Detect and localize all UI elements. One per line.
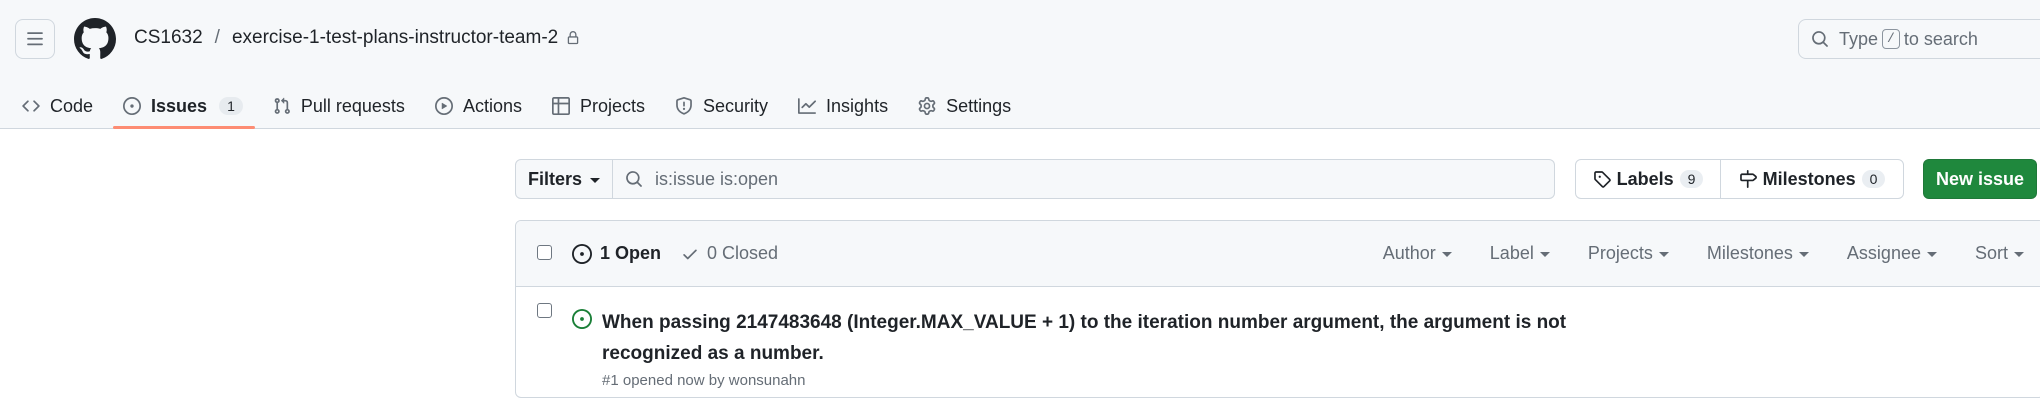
tab-settings[interactable]: Settings [918,84,1011,128]
tab-code[interactable]: Code [22,84,93,128]
caret-down-icon [590,177,601,183]
graph-icon [798,98,817,114]
tab-projects[interactable]: Projects [551,84,645,128]
milestones-label: Milestones [1762,168,1856,189]
projects-filter-label: Projects [1587,243,1653,263]
gear-icon [918,97,936,115]
open-issues-link[interactable]: 1 Open [572,243,661,264]
issue-title-link[interactable]: When passing 2147483648 (Integer.MAX_VAL… [602,307,1602,369]
select-all-checkbox[interactable] [537,245,552,260]
tab-insights-label: Insights [826,95,889,116]
play-icon [434,97,453,115]
search-placeholder-post: to search [1903,28,1978,49]
open-issues-label: 1 Open [600,243,662,263]
issues-list-header: 1 Open 0 Closed Author Label Projects Mi… [516,221,2040,287]
milestones-filter[interactable]: Milestones [1707,243,1809,264]
label-filter[interactable]: Label [1490,243,1550,264]
issue-opened-icon [123,97,142,115]
breadcrumb-separator: / [214,27,220,48]
tab-pull-requests-label: Pull requests [300,95,405,116]
tab-security-label: Security [703,95,769,116]
labels-count: 9 [1679,170,1704,188]
milestones-count: 0 [1861,170,1886,188]
tab-issues-label: Issues [151,95,208,116]
issue-sort-filters: Author Label Projects Milestones Assigne… [1383,243,2040,264]
caret-down-icon [1798,252,1809,257]
caret-down-icon [2014,252,2024,257]
issue-opened-icon [572,243,592,264]
caret-down-icon [1658,252,1669,257]
tab-actions[interactable]: Actions [434,84,522,128]
issues-list: 1 Open 0 Closed Author Label Projects Mi… [515,220,2040,398]
author-filter-label: Author [1382,243,1436,263]
issue-opened-icon [572,309,592,329]
code-icon [22,100,40,112]
menu-button[interactable] [15,19,55,59]
search-placeholder-pre: Type [1839,28,1879,49]
tab-security[interactable]: Security [675,84,768,128]
tab-issues-count: 1 [219,97,243,115]
label-filter-label: Label [1489,243,1534,263]
issue-checkbox[interactable] [537,303,552,318]
sort-label: Sort [1974,243,2008,263]
closed-issues-link[interactable]: 0 Closed [681,243,778,264]
assignee-filter[interactable]: Assignee [1847,243,1937,264]
shield-icon [676,97,692,115]
tab-issues[interactable]: Issues 1 [113,84,255,129]
milestones-filter-label: Milestones [1706,243,1793,263]
sort-dropdown[interactable]: Sort [1975,243,2024,264]
issue-filter-bar: Filters is:issue is:open [515,159,1555,199]
table-icon [551,97,570,115]
repo-nav-tabs: Code Issues 1 Pull requests Actions Proj… [22,84,1041,129]
tag-icon [1593,171,1611,188]
caret-down-icon [1926,252,1937,257]
caret-down-icon [1539,252,1550,257]
tab-insights[interactable]: Insights [798,84,888,128]
filter-query-value: is:issue is:open [655,168,779,189]
search-icon [626,171,642,187]
milestone-icon [1739,170,1757,188]
labels-milestones-group: Labels 9 Milestones 0 [1575,159,1904,199]
issue-meta: #1 opened now by wonsunahn [602,372,806,389]
projects-filter[interactable]: Projects [1588,243,1669,264]
lock-icon [566,30,580,46]
hamburger-icon [27,32,43,46]
tab-settings-label: Settings [946,95,1012,116]
issue-row[interactable]: When passing 2147483648 (Integer.MAX_VAL… [516,287,2040,397]
repo-header: CS1632 / exercise-1-test-plans-instructo… [0,0,2040,129]
global-search-input[interactable]: Type / to search [1798,19,2040,59]
tab-pull-requests[interactable]: Pull requests [273,84,405,128]
github-logo-icon[interactable] [74,18,116,60]
closed-issues-label: 0 Closed [707,243,779,263]
search-icon [1812,31,1828,47]
labels-label: Labels [1616,168,1674,189]
tab-code-label: Code [50,95,94,116]
milestones-button[interactable]: Milestones 0 [1721,160,1903,198]
assignee-filter-label: Assignee [1846,243,1921,263]
check-icon [683,249,697,259]
filters-label: Filters [527,168,583,189]
caret-down-icon [1441,252,1452,257]
new-issue-button[interactable]: New issue [1923,159,2037,199]
git-pull-request-icon [274,97,290,114]
labels-button[interactable]: Labels 9 [1576,160,1721,198]
search-shortcut-key: / [1882,29,1900,49]
repo-owner-link[interactable]: CS1632 [134,27,203,49]
tab-actions-label: Actions [462,95,522,116]
tab-projects-label: Projects [579,95,645,116]
issue-state-toggle: 1 Open 0 Closed [572,243,798,264]
repo-name-link[interactable]: exercise-1-test-plans-instructor-team-2 [232,27,558,49]
breadcrumb: CS1632 / exercise-1-test-plans-instructo… [134,27,580,49]
filters-button[interactable]: Filters [515,159,613,199]
author-filter[interactable]: Author [1383,243,1452,264]
filter-query-input[interactable]: is:issue is:open [613,159,1555,199]
